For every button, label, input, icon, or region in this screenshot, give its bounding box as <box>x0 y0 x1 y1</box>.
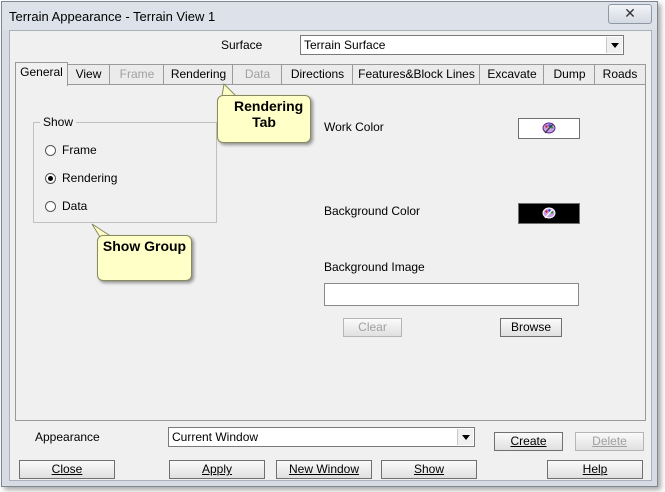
background-image-label: Background Image <box>324 260 425 274</box>
tab-frame[interactable]: Frame <box>109 64 165 85</box>
rendering-radio[interactable] <box>45 173 56 184</box>
tab-label: Dump <box>553 67 586 81</box>
rendering-tab-callout: Rendering Tab <box>217 95 311 143</box>
clear-button[interactable]: Clear <box>343 318 402 337</box>
tab-label: Excavate <box>487 67 537 81</box>
close-dialog-button[interactable]: Close <box>19 460 115 479</box>
tab-dump[interactable]: Dump <box>543 64 596 85</box>
rendering-radio-label[interactable]: Rendering <box>62 171 117 185</box>
show-group-title: Show <box>40 115 77 129</box>
tab-directions[interactable]: Directions <box>281 64 354 85</box>
new-window-label: New Window <box>288 462 360 476</box>
appearance-value: Current Window <box>172 430 259 444</box>
window-title: Terrain Appearance - Terrain View 1 <box>9 9 216 24</box>
tab-general[interactable]: General <box>15 62 68 86</box>
background-color-label: Background Color <box>324 204 421 218</box>
close-dialog-label: Close <box>51 462 83 476</box>
create-button[interactable]: Create <box>494 432 563 451</box>
tab-roads[interactable]: Roads <box>594 64 646 85</box>
apply-label: Apply <box>201 462 233 476</box>
new-window-button[interactable]: New Window <box>276 460 372 479</box>
frame-radio[interactable] <box>45 145 56 156</box>
help-button[interactable]: Help <box>547 460 643 479</box>
show-group-callout: Show Group <box>97 235 192 281</box>
data-radio[interactable] <box>45 201 56 212</box>
tab-data[interactable]: Data <box>232 64 283 85</box>
title-bar[interactable]: Terrain Appearance - Terrain View 1 ✕ <box>2 2 657 30</box>
palette-icon <box>542 207 556 219</box>
create-button-label: Create <box>510 434 547 448</box>
tab-label: View <box>75 67 102 81</box>
palette-icon <box>542 122 556 134</box>
surface-dropdown[interactable]: Terrain Surface <box>300 35 624 55</box>
show-group <box>33 122 217 223</box>
surface-label: Surface <box>221 38 263 52</box>
delete-button[interactable]: Delete <box>575 432 644 451</box>
show-button[interactable]: Show <box>381 460 477 479</box>
frame-radio-label[interactable]: Frame <box>62 143 97 157</box>
apply-button[interactable]: Apply <box>169 460 265 479</box>
tab-label: Rendering <box>170 67 227 81</box>
tab-label: Features&Block Lines <box>358 67 475 81</box>
tab-view[interactable]: View <box>66 64 111 85</box>
rendering-tab-callout-text: Rendering Tab <box>234 98 304 130</box>
work-color-label: Work Color <box>324 120 384 134</box>
background-image-input[interactable] <box>324 283 579 306</box>
surface-value: Terrain Surface <box>304 38 386 52</box>
close-button[interactable]: ✕ <box>608 4 652 24</box>
browse-button[interactable]: Browse <box>500 318 562 337</box>
tab-label: Roads <box>602 67 638 81</box>
data-radio-label[interactable]: Data <box>62 199 87 213</box>
tab-label: Frame <box>119 67 155 81</box>
help-label: Help <box>582 462 608 476</box>
work-color-button[interactable] <box>518 118 580 139</box>
background-color-button[interactable] <box>518 203 580 224</box>
show-group-callout-text: Show Group <box>102 238 187 254</box>
close-icon: ✕ <box>624 5 636 21</box>
tab-features-block-lines[interactable]: Features&Block Lines <box>352 64 481 85</box>
delete-button-label: Delete <box>592 434 627 448</box>
tab-label: General <box>20 65 63 79</box>
appearance-dropdown[interactable]: Current Window <box>168 427 475 447</box>
appearance-label: Appearance <box>35 430 100 444</box>
tab-label: Data <box>244 67 271 81</box>
tab-excavate[interactable]: Excavate <box>479 64 545 85</box>
show-label: Show <box>413 462 445 476</box>
chevron-down-icon[interactable] <box>457 429 473 445</box>
tab-rendering[interactable]: Rendering <box>163 64 234 85</box>
tab-label: Directions <box>290 67 345 81</box>
chevron-down-icon[interactable] <box>606 37 622 53</box>
